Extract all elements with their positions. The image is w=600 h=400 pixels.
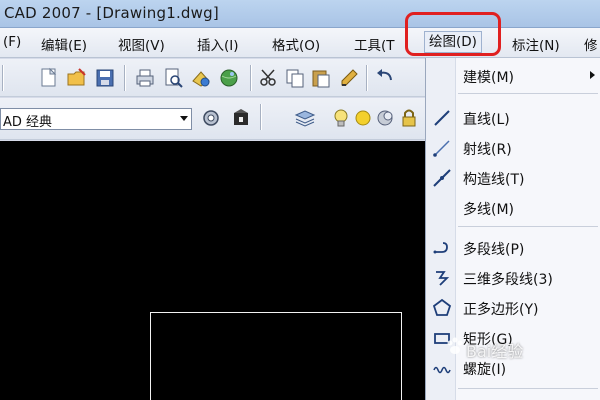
menu-tools[interactable]: 工具(T bbox=[354, 34, 395, 54]
menu-item-line[interactable]: 直线(L) bbox=[426, 104, 600, 132]
menu-item-modeling[interactable]: 建模(M) bbox=[426, 62, 600, 90]
helix-icon bbox=[433, 366, 451, 374]
drawn-rectangle[interactable] bbox=[150, 312, 402, 400]
lightbulb-icon[interactable] bbox=[330, 107, 352, 129]
menu-item-label: 直线(L) bbox=[463, 112, 510, 128]
menu-draw[interactable]: 绘图(D) bbox=[424, 31, 482, 53]
menu-separator bbox=[458, 93, 598, 94]
menu-item-label: 射线(R) bbox=[463, 142, 512, 158]
match-properties-icon[interactable] bbox=[338, 67, 360, 89]
chevron-down-icon[interactable] bbox=[180, 116, 188, 121]
menu-item-label: 三维多段线(3) bbox=[463, 272, 553, 288]
menu-item-label: 螺旋(I) bbox=[463, 362, 507, 378]
menu-item-polyline[interactable]: 多段线(P) bbox=[426, 234, 600, 262]
menu-item-label: 构造线(T) bbox=[463, 172, 525, 188]
undo-icon[interactable] bbox=[374, 67, 396, 89]
title-bar: CAD 2007 - [Drawing1.dwg] bbox=[0, 0, 600, 28]
menu-item-polygon[interactable]: 正多边形(Y) bbox=[426, 294, 600, 322]
workspace-manager-icon[interactable] bbox=[230, 107, 252, 129]
menu-modify[interactable]: 修 bbox=[584, 34, 598, 54]
menu-item-label: 建模(M) bbox=[463, 70, 515, 86]
toolbar-separator bbox=[260, 104, 262, 130]
menu-dimension[interactable]: 标注(N) bbox=[512, 34, 560, 54]
menu-edit[interactable]: 编辑(E) bbox=[41, 34, 87, 54]
baidu-paw-icon bbox=[447, 337, 463, 354]
window-title: CAD 2007 - [Drawing1.dwg] bbox=[4, 4, 219, 22]
menu-item-multiline[interactable]: 多线(M) bbox=[426, 194, 600, 222]
paste-icon[interactable] bbox=[310, 67, 332, 89]
menu-view[interactable]: 视图(V) bbox=[118, 34, 165, 54]
sun-icon[interactable] bbox=[352, 107, 374, 129]
3d-polyline-icon bbox=[436, 271, 450, 286]
ray-icon bbox=[433, 140, 450, 157]
watermark-text: Bai经验 bbox=[466, 342, 524, 361]
lock-icon[interactable] bbox=[398, 107, 420, 129]
submenu-arrow-icon bbox=[590, 71, 595, 79]
cut-icon[interactable] bbox=[258, 67, 280, 89]
print-preview-icon[interactable] bbox=[162, 67, 184, 89]
menu-item-label: 多段线(P) bbox=[463, 242, 525, 258]
copy-icon[interactable] bbox=[284, 67, 306, 89]
workspace-settings-icon[interactable] bbox=[200, 107, 222, 129]
freeze-icon[interactable] bbox=[374, 107, 396, 129]
new-file-icon[interactable] bbox=[38, 67, 60, 89]
menu-item-construction-line[interactable]: 构造线(T) bbox=[426, 164, 600, 192]
polyline-icon bbox=[433, 242, 448, 254]
toolbar-separator bbox=[250, 65, 252, 91]
standard-toolbar bbox=[0, 59, 425, 97]
workspace-select[interactable]: AD 经典 bbox=[0, 108, 192, 130]
workspace-value: AD 经典 bbox=[3, 115, 53, 130]
menu-file[interactable]: (F) bbox=[3, 34, 21, 50]
toolbar-separator bbox=[366, 65, 368, 91]
menu-item-ray[interactable]: 射线(R) bbox=[426, 134, 600, 162]
save-icon[interactable] bbox=[94, 67, 116, 89]
publish-icon[interactable] bbox=[190, 67, 212, 89]
menu-item-label: 正多边形(Y) bbox=[463, 302, 539, 318]
workspace-toolbar: AD 经典 bbox=[0, 98, 425, 140]
menu-bar: (F) 编辑(E) 视图(V) 插入(I) 格式(O) 工具(T 绘图(D) 标… bbox=[0, 28, 600, 58]
toolbar-separator bbox=[124, 65, 126, 91]
menu-item-label: 多线(M) bbox=[463, 202, 515, 218]
menu-format[interactable]: 格式(O) bbox=[272, 34, 320, 54]
menu-separator bbox=[458, 388, 598, 389]
menu-item-3d-polyline[interactable]: 三维多段线(3) bbox=[426, 264, 600, 292]
print-icon[interactable] bbox=[134, 67, 156, 89]
globe-icon[interactable] bbox=[218, 67, 240, 89]
polygon-icon bbox=[432, 298, 452, 316]
construction-line-icon bbox=[433, 169, 451, 187]
menu-insert[interactable]: 插入(I) bbox=[197, 34, 239, 54]
toolbar-separator bbox=[2, 65, 4, 91]
layers-icon[interactable] bbox=[294, 107, 316, 129]
drawing-canvas[interactable] bbox=[0, 141, 425, 400]
menu-separator bbox=[458, 226, 598, 227]
open-folder-icon[interactable] bbox=[66, 67, 88, 89]
line-icon bbox=[434, 110, 450, 126]
